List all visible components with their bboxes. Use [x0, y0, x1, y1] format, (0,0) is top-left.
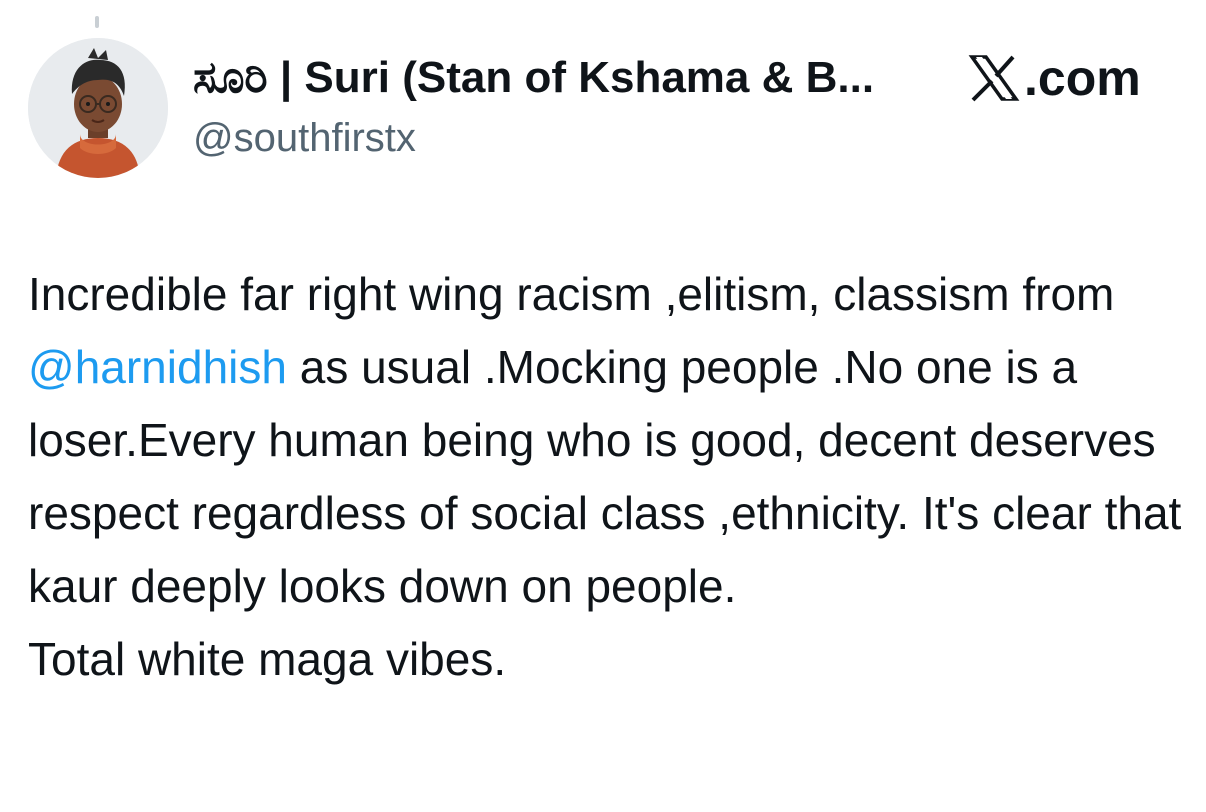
tweet-text-part3: Total white maga vibes.: [28, 633, 507, 685]
avatar-illustration-icon: [28, 38, 168, 178]
top-indicator: [95, 16, 99, 28]
brand-x-com: .com: [968, 50, 1141, 106]
x-logo-icon: [968, 55, 1020, 102]
avatar[interactable]: [28, 38, 168, 178]
author-display-name[interactable]: ಸೂರಿ | Suri (Stan of Kshama & B...: [193, 52, 933, 104]
author-handle[interactable]: @southfirstx: [193, 114, 416, 162]
tweet-text: Incredible far right wing racism ,elitis…: [28, 258, 1188, 696]
brand-label: .com: [1024, 50, 1141, 106]
mention-link[interactable]: @harnidhish: [28, 341, 287, 393]
tweet-text-part1: Incredible far right wing racism ,elitis…: [28, 268, 1115, 320]
